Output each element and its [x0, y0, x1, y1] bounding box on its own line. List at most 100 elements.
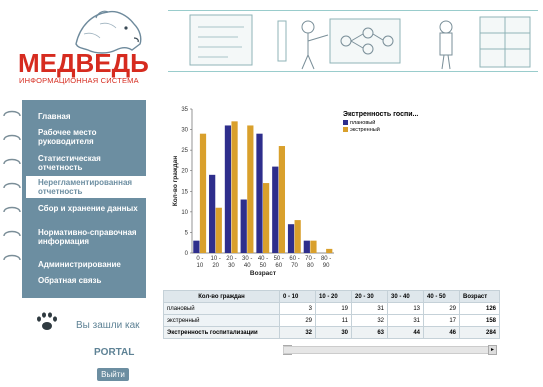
table-cell: 32 — [279, 326, 316, 339]
table-cell: 32 — [351, 314, 388, 327]
current-user-name: PORTAL — [94, 347, 135, 358]
table-cell: 19 — [315, 302, 352, 315]
table-cell: 44 — [387, 326, 424, 339]
x-tick-label-top: 0 - — [196, 256, 203, 262]
x-tick-label-bottom: 10 — [197, 263, 204, 269]
table-cell: 13 — [387, 302, 424, 315]
column-header[interactable]: 40 - 50 — [423, 290, 460, 303]
header-illustration — [168, 10, 538, 72]
sidebar-item-administration[interactable]: Администрирование — [38, 260, 142, 269]
table-row: экстренный 29 11 32 31 17 158 — [163, 314, 500, 327]
bar-planned — [209, 174, 216, 253]
x-tick-label-bottom: 80 — [307, 263, 314, 269]
x-tick-label-top: 70 - — [305, 256, 315, 262]
bar-emergency — [199, 133, 207, 253]
bar-planned — [272, 166, 279, 253]
sidebar-item-statistical-reporting[interactable]: Статистическая отчетность — [38, 154, 142, 172]
legend-item-planned: плановый — [343, 120, 375, 126]
y-tick-label: 25 — [181, 148, 188, 154]
brand-subtitle: ИНФОРМАЦИОННАЯ СИСТЕМА — [19, 76, 139, 85]
sidebar-nav: Главная Рабочее место руководителя Стати… — [22, 100, 148, 298]
x-tick-label-bottom: 20 — [212, 263, 219, 269]
pivot-table-container: Кол-во граждан 0 - 10 10 - 20 20 - 30 30… — [163, 290, 500, 352]
x-tick-label-bottom: 50 — [260, 263, 267, 269]
header: МЕДВЕДЬ ИНФОРМАЦИОННАЯ СИСТЕМА — [0, 0, 543, 92]
y-tick-label: 10 — [181, 210, 188, 216]
sidebar-item-reference-info[interactable]: Нормативно-справочная информация — [38, 228, 142, 246]
table-cell: 46 — [423, 326, 460, 339]
y-tick-label: 15 — [181, 189, 188, 195]
table-cell: 11 — [315, 314, 352, 327]
table-cell-total: 284 — [459, 326, 500, 339]
login-status-text: Вы зашли как — [76, 320, 140, 331]
table-cell: 31 — [387, 314, 424, 327]
legend-label-emergency: экстренный — [350, 127, 380, 133]
x-tick-label-bottom: 40 — [244, 263, 251, 269]
row-header: плановый — [163, 302, 280, 315]
bar-planned — [287, 224, 295, 253]
bar-planned — [256, 133, 263, 253]
bar-emergency — [310, 240, 317, 253]
x-tick-label-top: 50 - — [274, 256, 284, 262]
x-tick-label-top: 10 - — [210, 256, 220, 262]
bar-emergency — [247, 125, 254, 253]
table-header-row: Кол-во граждан 0 - 10 10 - 20 20 - 30 30… — [163, 290, 500, 303]
x-tick-label-top: 30 - — [242, 256, 252, 262]
bar-emergency — [326, 248, 333, 253]
table-cell: 3 — [279, 302, 316, 315]
column-header[interactable]: 30 - 40 — [387, 290, 424, 303]
chart-legend-title: Экстренность госпи... — [343, 111, 419, 118]
y-tick-label: 20 — [181, 169, 188, 175]
bar-planned — [193, 240, 200, 253]
table-cell: 17 — [423, 314, 460, 327]
x-tick-label-top: 80 - — [321, 256, 331, 262]
legend-label-planned: плановый — [350, 120, 376, 126]
sidebar-item-feedback[interactable]: Обратная связь — [38, 276, 142, 285]
x-tick-label-top: 40 - — [258, 256, 268, 262]
x-tick-label-top: 20 - — [226, 256, 236, 262]
bar-planned — [303, 240, 310, 253]
legend-swatch-emergency — [343, 127, 348, 133]
legend-item-emergency: экстренный — [343, 127, 380, 133]
table-cell: 29 — [423, 302, 460, 315]
bar-emergency — [278, 146, 286, 253]
brand-name: МЕДВЕДЬ — [18, 48, 149, 78]
bar-emergency — [231, 121, 238, 253]
table-cell-total: 158 — [459, 314, 500, 327]
table-cell: 30 — [315, 326, 352, 339]
bar-emergency — [215, 207, 222, 253]
table-total-row: Экстренность госпитализации 32 30 63 44 … — [163, 326, 500, 339]
column-header[interactable]: 10 - 20 — [315, 290, 352, 303]
bar-emergency — [294, 220, 301, 253]
row-header: Экстренность госпитализации — [163, 326, 280, 339]
table-cell: 63 — [351, 326, 388, 339]
y-axis-label: Кол-во граждан — [172, 156, 179, 206]
logout-button[interactable]: Выйти — [97, 368, 129, 381]
sidebar-item-home[interactable]: Главная — [38, 112, 142, 121]
sidebar-item-custom-reporting[interactable]: Нерегламентированная отчетность — [26, 176, 148, 198]
scroll-right-arrow-icon[interactable]: ▸ — [488, 345, 497, 355]
legend-swatch-planned — [343, 120, 348, 126]
x-axis-label: Возраст — [250, 270, 276, 277]
column-header[interactable]: Возраст — [459, 290, 500, 303]
table-cell-total: 126 — [459, 302, 500, 315]
pivot-table: Кол-во граждан 0 - 10 10 - 20 20 - 30 30… — [163, 290, 500, 339]
y-tick-label: 0 — [185, 251, 189, 257]
x-tick-label-bottom: 90 — [323, 263, 330, 269]
horizontal-scrollbar[interactable] — [283, 346, 491, 354]
sidebar-item-manager-workplace[interactable]: Рабочее место руководителя — [38, 128, 142, 146]
table-corner-header: Кол-во граждан — [163, 290, 280, 303]
column-header[interactable]: 20 - 30 — [351, 290, 388, 303]
column-header[interactable]: 0 - 10 — [279, 290, 316, 303]
row-header: экстренный — [163, 314, 280, 327]
table-cell: 29 — [279, 314, 316, 327]
sidebar-item-data-collection[interactable]: Сбор и хранение данных — [38, 204, 142, 213]
table-cell: 31 — [351, 302, 388, 315]
x-tick-label-bottom: 70 — [291, 263, 298, 269]
bar-planned — [240, 199, 247, 253]
paw-icon — [37, 312, 57, 330]
y-tick-label: 5 — [185, 230, 189, 236]
age-bar-chart: 051015202530350 -1010 -2020 -3030 -4040 … — [172, 107, 334, 277]
x-tick-label-bottom: 60 — [275, 263, 282, 269]
y-tick-label: 30 — [181, 128, 188, 134]
